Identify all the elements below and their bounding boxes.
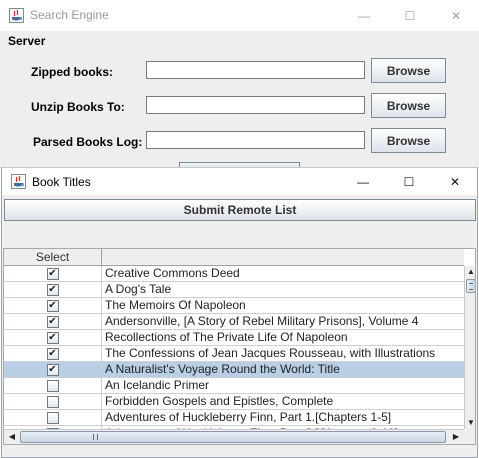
book-title-cell: The Confessions of Jean Jacques Rousseau… bbox=[105, 346, 436, 360]
parsed-books-log-input[interactable] bbox=[146, 131, 365, 149]
select-cell: ✔ bbox=[4, 298, 102, 314]
select-checkbox[interactable] bbox=[46, 396, 59, 408]
scroll-corner bbox=[464, 429, 475, 444]
select-checkbox[interactable]: ✔ bbox=[46, 300, 59, 312]
menu-bar: Server bbox=[0, 31, 479, 53]
window-title: Search Engine bbox=[30, 8, 109, 22]
select-cell bbox=[4, 394, 102, 410]
browse-unzip-books-button[interactable]: Browse bbox=[371, 93, 446, 118]
select-cell bbox=[4, 378, 102, 394]
maximize-icon: ☐ bbox=[403, 174, 415, 189]
close-button[interactable]: ✕ bbox=[433, 0, 479, 31]
dialog-title: Book Titles bbox=[32, 175, 91, 189]
book-title-cell: Creative Commons Deed bbox=[105, 266, 240, 280]
horizontal-scroll-thumb[interactable] bbox=[20, 431, 446, 443]
book-title-cell: Andersonville, [A Story of Rebel Militar… bbox=[105, 314, 419, 328]
table-row[interactable]: ✔ Recollections of The Private Life Of Na… bbox=[4, 330, 464, 346]
table-row[interactable]: ✔ The Confessions of Jean Jacques Roussea… bbox=[4, 346, 464, 362]
table-row[interactable]: ✔ A Naturalist's Voyage Round the World: … bbox=[4, 362, 464, 378]
select-cell: ✔ bbox=[4, 346, 102, 362]
select-checkbox[interactable]: ✔ bbox=[46, 316, 59, 328]
menu-server[interactable]: Server bbox=[8, 34, 45, 48]
minimize-button[interactable]: — bbox=[341, 0, 387, 31]
table-row[interactable]: An Icelandic Primer bbox=[4, 378, 464, 394]
select-checkbox[interactable]: ✔ bbox=[46, 268, 59, 280]
table-row[interactable]: ✔ The Memoirs Of Napoleon bbox=[4, 298, 464, 314]
zipped-books-label: Zipped books: bbox=[31, 65, 113, 79]
select-checkbox[interactable] bbox=[47, 444, 59, 445]
column-header-select[interactable]: Select bbox=[4, 249, 102, 266]
select-cell: ✔ bbox=[4, 282, 102, 298]
select-checkbox[interactable]: ✔ bbox=[46, 348, 59, 360]
scroll-down-icon[interactable]: ▼ bbox=[465, 417, 475, 429]
select-checkbox[interactable]: ✔ bbox=[46, 332, 59, 344]
minimize-icon: — bbox=[357, 174, 369, 189]
dialog-close-button[interactable]: ✕ bbox=[432, 168, 478, 195]
book-title-cell: Forbidden Gospels and Epistles, Complete bbox=[105, 394, 334, 408]
book-title-cell: The Memoirs Of Napoleon bbox=[105, 298, 246, 312]
minimize-icon: — bbox=[358, 8, 370, 23]
select-cell: ✔ bbox=[4, 362, 102, 378]
book-title-cell: A Naturalist's Voyage Round the World: T… bbox=[105, 362, 340, 376]
book-title-cell: Adventures of Huckleberry Finn, Part 1.[… bbox=[105, 410, 392, 424]
book-title-cell: An Icelandic Primer bbox=[105, 378, 210, 392]
close-icon: ✕ bbox=[450, 8, 462, 23]
vertical-scroll-thumb[interactable] bbox=[466, 279, 475, 293]
scroll-left-icon[interactable]: ◀ bbox=[6, 431, 18, 443]
zipped-books-input[interactable] bbox=[146, 61, 365, 79]
unzip-books-input[interactable] bbox=[146, 96, 365, 114]
table-row[interactable]: ✔ Creative Commons Deed bbox=[4, 266, 464, 282]
select-cell bbox=[4, 410, 102, 426]
column-header-title[interactable] bbox=[102, 249, 464, 266]
select-checkbox[interactable] bbox=[46, 412, 59, 424]
maximize-button[interactable]: ☐ bbox=[387, 0, 433, 31]
select-checkbox[interactable]: ✔ bbox=[46, 364, 59, 376]
table-row[interactable]: ✔ A Dog's Tale bbox=[4, 282, 464, 298]
book-title-cell: Recollections of The Private Life Of Nap… bbox=[105, 330, 348, 344]
browse-zipped-books-button[interactable]: Browse bbox=[371, 58, 446, 83]
search-engine-titlebar: Search Engine — ☐ ✕ bbox=[0, 0, 479, 31]
dialog-minimize-button[interactable]: — bbox=[340, 168, 386, 195]
select-cell: ✔ bbox=[4, 314, 102, 330]
close-icon: ✕ bbox=[449, 174, 461, 189]
table-row[interactable]: Adventures of Huckleberry Finn, Part 1.[… bbox=[4, 410, 464, 426]
book-titles-titlebar: Book Titles — ☐ ✕ bbox=[2, 168, 477, 195]
vertical-scrollbar[interactable]: ▲ ▼ bbox=[464, 266, 475, 429]
table-row[interactable]: ✔ Andersonville, [A Story of Rebel Milita… bbox=[4, 314, 464, 330]
browse-parsed-books-log-button[interactable]: Browse bbox=[371, 128, 446, 153]
java-app-icon bbox=[9, 8, 24, 23]
select-cell: ✔ bbox=[4, 266, 102, 282]
book-titles-window: Book Titles — ☐ ✕ Submit Remote List Sel… bbox=[1, 167, 478, 458]
select-checkbox[interactable]: ✔ bbox=[46, 284, 59, 296]
parsed-books-log-label: Parsed Books Log: bbox=[33, 135, 143, 149]
book-title-cell: A Dog's Tale bbox=[105, 282, 172, 296]
horizontal-scrollbar[interactable]: ◀ ▶ bbox=[4, 429, 464, 444]
table-row[interactable]: Forbidden Gospels and Epistles, Complete bbox=[4, 394, 464, 410]
java-app-icon bbox=[11, 174, 26, 189]
dialog-maximize-button[interactable]: ☐ bbox=[386, 168, 432, 195]
select-checkbox[interactable] bbox=[46, 380, 59, 392]
book-titles-table: Select ✔ Creative Commons Deed ✔ A Dog's Ta… bbox=[3, 248, 476, 445]
select-cell: ✔ bbox=[4, 330, 102, 346]
submit-remote-list-button[interactable]: Submit Remote List bbox=[4, 199, 476, 221]
maximize-icon: ☐ bbox=[404, 8, 416, 23]
scroll-right-icon[interactable]: ▶ bbox=[450, 431, 462, 443]
unzip-books-label: Unzip Books To: bbox=[31, 100, 125, 114]
table-header: Select bbox=[4, 249, 464, 266]
search-engine-window: Search Engine — ☐ ✕ Server Zipped books:… bbox=[0, 0, 479, 168]
scroll-up-icon[interactable]: ▲ bbox=[465, 266, 475, 278]
